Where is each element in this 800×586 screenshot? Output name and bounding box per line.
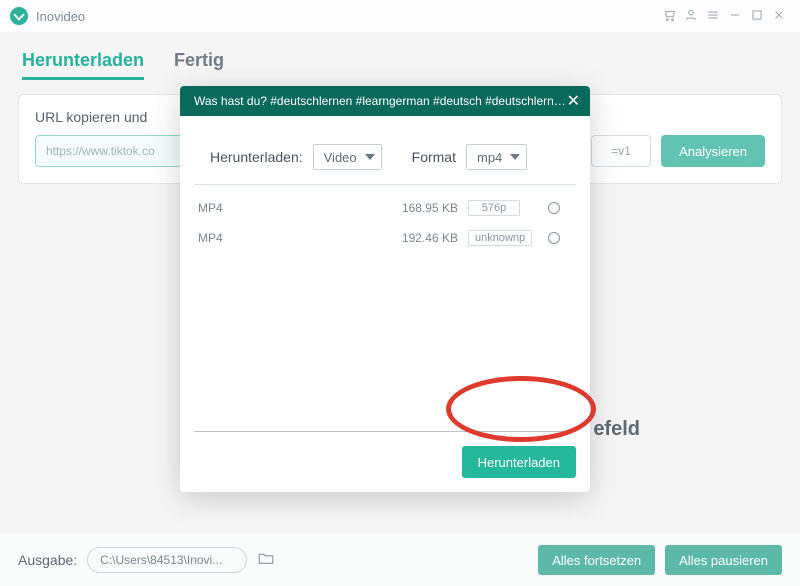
close-icon[interactable] bbox=[768, 8, 790, 25]
user-icon[interactable] bbox=[680, 8, 702, 25]
download-modal: Was hast du? #deutschlernen #learngerman… bbox=[180, 86, 590, 492]
format-rows: MP4 168.95 KB 576p MP4 192.46 KB unknown… bbox=[180, 185, 590, 261]
modal-close-icon[interactable]: ✕ bbox=[567, 91, 580, 111]
resume-all-button[interactable]: Alles fortsetzen bbox=[538, 545, 655, 575]
format-label: Format bbox=[412, 149, 456, 165]
format-row: MP4 192.46 KB unknownp bbox=[194, 223, 576, 253]
titlebar: Inovideo bbox=[0, 0, 800, 32]
format-select[interactable]: mp4 bbox=[466, 144, 527, 170]
tab-fertig[interactable]: Fertig bbox=[174, 50, 224, 80]
row-radio[interactable] bbox=[548, 202, 560, 214]
modal-title: Was hast du? #deutschlernen #learngerman… bbox=[194, 94, 567, 108]
tabs: Herunterladen Fertig bbox=[0, 32, 800, 86]
row-size: 192.46 KB bbox=[394, 231, 458, 245]
menu-icon[interactable] bbox=[702, 8, 724, 25]
format-value: mp4 bbox=[477, 150, 502, 165]
tab-herunterladen[interactable]: Herunterladen bbox=[22, 50, 144, 80]
chevron-down-icon bbox=[365, 154, 375, 160]
footer-bar: Ausgabe: C:\Users\84513\Inovi... Alles f… bbox=[0, 534, 800, 586]
format-row: MP4 168.95 KB 576p bbox=[194, 193, 576, 223]
row-format: MP4 bbox=[194, 201, 384, 215]
download-type-value: Video bbox=[324, 150, 357, 165]
app-logo bbox=[10, 7, 28, 25]
background-hint-text: efeld bbox=[593, 418, 640, 441]
analyze-button[interactable]: Analysieren bbox=[661, 135, 765, 167]
row-size: 168.95 KB bbox=[394, 201, 458, 215]
modal-footer: Herunterladen bbox=[180, 432, 590, 492]
row-radio[interactable] bbox=[548, 232, 560, 244]
output-label: Ausgabe: bbox=[18, 552, 77, 568]
download-type-label: Herunterladen: bbox=[210, 149, 303, 165]
download-button[interactable]: Herunterladen bbox=[462, 446, 576, 478]
row-quality: 576p bbox=[468, 200, 520, 216]
pause-all-button[interactable]: Alles pausieren bbox=[665, 545, 782, 575]
output-path[interactable]: C:\Users\84513\Inovi... bbox=[87, 547, 247, 573]
app-name: Inovideo bbox=[36, 9, 85, 24]
modal-header: Was hast du? #deutschlernen #learngerman… bbox=[180, 86, 590, 116]
download-type-select[interactable]: Video bbox=[313, 144, 382, 170]
chevron-down-icon bbox=[510, 154, 520, 160]
open-folder-icon[interactable] bbox=[257, 549, 275, 572]
modal-controls: Herunterladen: Video Format mp4 bbox=[180, 116, 590, 184]
row-quality: unknownp bbox=[468, 230, 532, 246]
cart-icon[interactable] bbox=[658, 8, 680, 25]
url-suffix-box: =v1 bbox=[591, 135, 651, 167]
maximize-icon[interactable] bbox=[746, 8, 768, 25]
row-format: MP4 bbox=[194, 231, 384, 245]
minimize-icon[interactable] bbox=[724, 8, 746, 25]
